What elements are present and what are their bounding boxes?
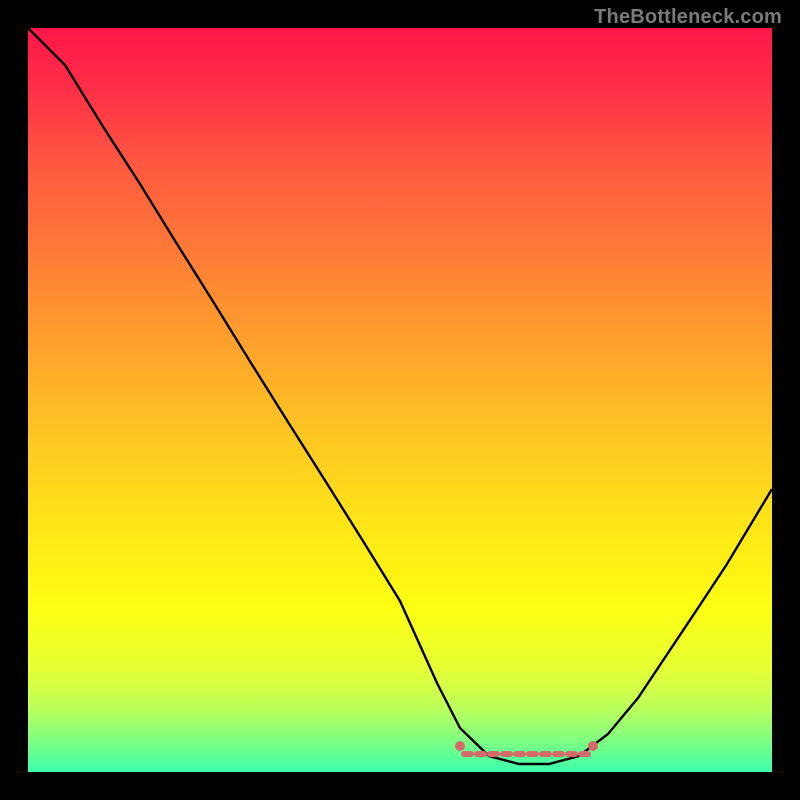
bottleneck-curve-path — [28, 28, 772, 764]
curve-layer — [28, 28, 772, 772]
plot-area — [28, 28, 772, 772]
valley-dot-right — [588, 741, 598, 751]
valley-dot-left — [455, 741, 465, 751]
chart-frame: TheBottleneck.com — [0, 0, 800, 800]
watermark-text: TheBottleneck.com — [594, 6, 782, 29]
